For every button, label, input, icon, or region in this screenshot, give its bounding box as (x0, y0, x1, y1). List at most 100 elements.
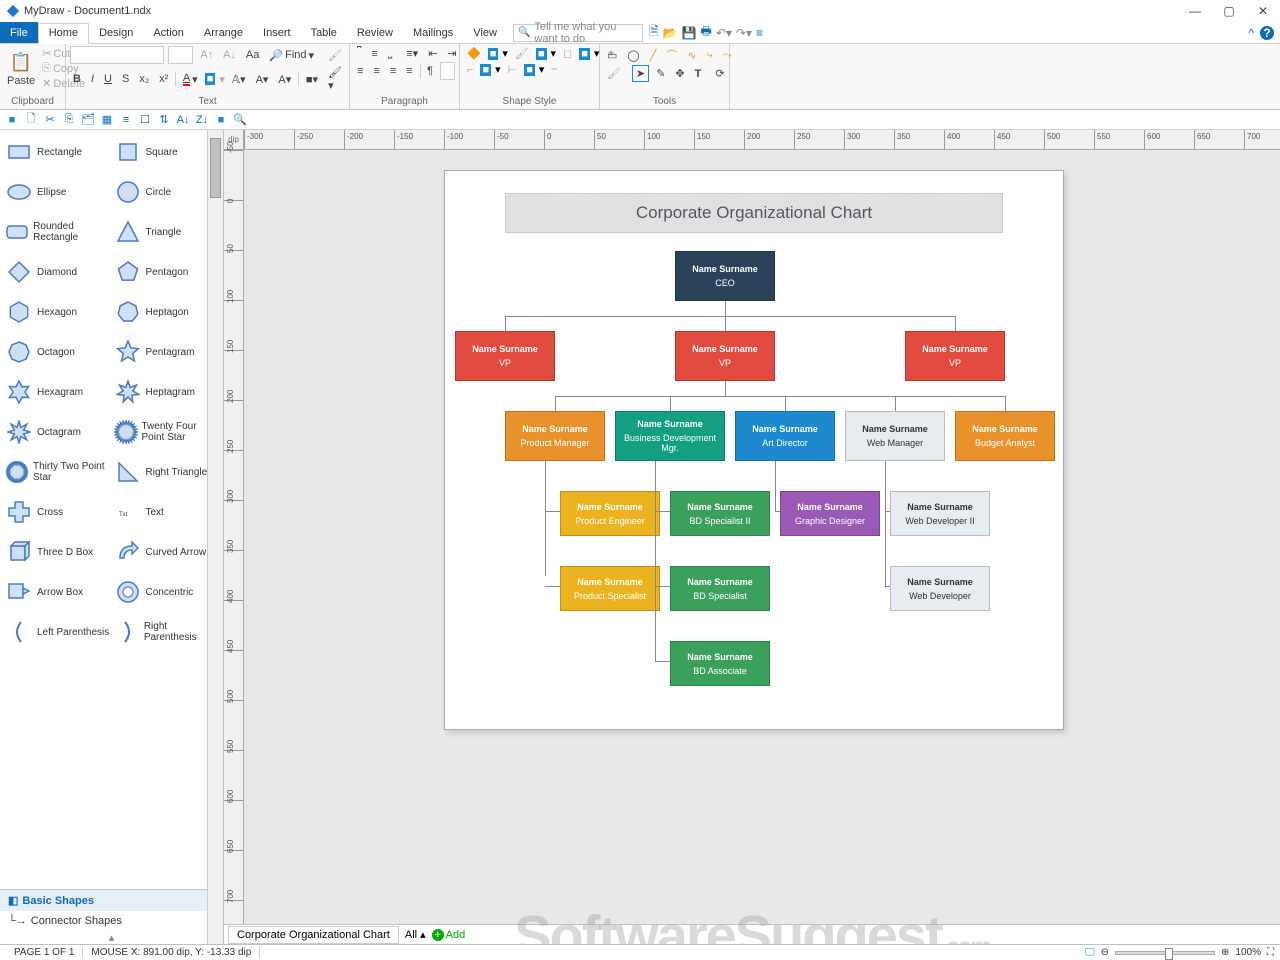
font-grow-icon[interactable]: A↑ (197, 48, 216, 62)
pointer-tool-icon[interactable]: ➤ (632, 65, 649, 82)
fill-font-icon[interactable]: A▾ (275, 72, 294, 87)
underline-icon[interactable]: U (101, 72, 115, 86)
org-node[interactable]: Name SurnameBD Specialist (670, 566, 770, 611)
font-color-icon[interactable]: A▾ (180, 71, 201, 87)
tab-action[interactable]: Action (143, 22, 194, 43)
theme-palette-icon[interactable]: ■ (488, 48, 499, 60)
new-icon[interactable]: 🗎 (649, 22, 659, 43)
qt-5-icon[interactable]: 🗂 (80, 112, 96, 128)
shape-item-star6[interactable]: Hexagram (4, 374, 111, 410)
org-node[interactable]: Name SurnameWeb Manager (845, 411, 945, 461)
shape-item-octagon[interactable]: Octagon (4, 334, 111, 370)
tab-mailings[interactable]: Mailings (403, 22, 463, 43)
sheet-all[interactable]: All ▴ (405, 928, 426, 941)
shape-item-lparen[interactable]: Left Parenthesis (4, 614, 111, 650)
save-icon[interactable]: 💾 (682, 26, 697, 40)
line-spacing-icon[interactable]: ≡▾ (403, 46, 421, 61)
org-node[interactable]: Name SurnameBD Associate (670, 641, 770, 686)
ribbon-collapse-icon[interactable]: ^ (1248, 26, 1254, 40)
qt-11-icon[interactable]: Z↓ (194, 112, 210, 128)
change-case-icon[interactable]: Aa (243, 48, 262, 62)
qat-config-icon[interactable]: ≡ (756, 26, 763, 40)
shape-item-rparen[interactable]: Right Parenthesis (113, 614, 220, 650)
zoom-in-icon[interactable]: ⊕ (1221, 947, 1229, 958)
align-center-icon[interactable]: ≡ (370, 64, 382, 78)
shape-item-box3d[interactable]: Three D Box (4, 534, 111, 570)
qt-10-icon[interactable]: A↓ (175, 112, 191, 128)
pen-tool-icon[interactable]: ✎ (653, 66, 668, 81)
shape-fill-palette-icon[interactable]: ■ (536, 48, 547, 60)
strike-icon[interactable]: S (119, 72, 132, 86)
org-node[interactable]: Name SurnameGraphic Designer (780, 491, 880, 536)
qt-12-icon[interactable]: ■ (213, 112, 229, 128)
highlight-icon[interactable]: ■ (205, 73, 216, 85)
tool-line-icon[interactable]: ╱ (647, 48, 660, 63)
pan-tool-icon[interactable]: ✥ (672, 66, 687, 81)
org-node[interactable]: Name SurnameVP (675, 331, 775, 381)
tool-connector-icon[interactable]: ⤷ (704, 48, 716, 63)
shape-item-circle[interactable]: Circle (113, 174, 220, 210)
org-node[interactable]: Name SurnameBudget Analyst (955, 411, 1055, 461)
maximize-button[interactable]: ▢ (1218, 4, 1240, 18)
view-mode-icon[interactable]: 🖵 (1085, 947, 1095, 958)
text-tool-icon[interactable]: T (692, 67, 705, 81)
library-basic-shapes[interactable]: ◧ Basic Shapes (0, 890, 223, 911)
qt-8-icon[interactable]: ☐ (137, 112, 153, 128)
paragraph-mark-icon[interactable]: ¶ (424, 64, 436, 78)
qt-7-icon[interactable]: ≡ (118, 112, 134, 128)
qt-6-icon[interactable]: ▦ (99, 112, 115, 128)
tool-ellipse-icon[interactable]: ◯ (624, 48, 642, 63)
shapes-scrollbar[interactable] (207, 130, 223, 944)
org-node[interactable]: Name SurnameVP (905, 331, 1005, 381)
tab-insert[interactable]: Insert (253, 22, 301, 43)
align-left-icon[interactable]: ≡ (354, 64, 366, 78)
shape-outline-palette-icon[interactable]: ■ (579, 48, 590, 60)
shape-item-star24[interactable]: Twenty Four Point Star (113, 414, 220, 450)
shape-item-heptagon[interactable]: Heptagon (113, 294, 220, 330)
find-button[interactable]: 🔎Find ▾ (266, 48, 317, 63)
shape-item-arrowbox[interactable]: Arrow Box (4, 574, 111, 610)
shape-item-hexagon[interactable]: Hexagon (4, 294, 111, 330)
shape-item-rtriangle[interactable]: Right Triangle (113, 454, 220, 490)
subscript-icon[interactable]: x₂ (136, 72, 152, 86)
chart-title[interactable]: Corporate Organizational Chart (505, 193, 1003, 233)
superscript-icon[interactable]: x² (156, 72, 171, 86)
shape-fill-icon[interactable]: 🖌 (512, 46, 532, 61)
expand-handle-icon[interactable]: ▴ (0, 931, 223, 944)
sheet-tab-current[interactable]: Corporate Organizational Chart (228, 926, 399, 944)
close-button[interactable]: ✕ (1252, 4, 1274, 18)
tool-arc-icon[interactable]: ⌒ (663, 46, 680, 64)
qt-9-icon[interactable]: ⇅ (156, 112, 172, 128)
shape-item-pentagon[interactable]: Pentagon (113, 254, 220, 290)
font-size-combo[interactable] (168, 46, 194, 64)
font-shrink-icon[interactable]: A↓ (220, 48, 239, 62)
shape-item-star5[interactable]: Pentagram (113, 334, 220, 370)
page[interactable]: Corporate Organizational Chart Name Surn… (444, 170, 1064, 730)
tool-freeform-icon[interactable]: ⤳ (720, 48, 735, 63)
qt-3-icon[interactable]: ✂ (42, 112, 58, 128)
shape-item-cross[interactable]: Cross (4, 494, 111, 530)
shape-item-star32[interactable]: Thirty Two Point Star (4, 454, 111, 490)
org-node[interactable]: Name SurnameArt Director (735, 411, 835, 461)
paste-button[interactable]: 📋 Paste (4, 46, 38, 92)
endpoint-icon[interactable]: ⊢ (505, 62, 521, 77)
org-node[interactable]: Name SurnameWeb Developer (890, 566, 990, 611)
text-fill-icon[interactable]: ■▾ (303, 72, 321, 87)
org-node[interactable]: Name SurnameVP (455, 331, 555, 381)
shape-item-triangle[interactable]: Triangle (113, 214, 220, 250)
tab-arrange[interactable]: Arrange (194, 22, 253, 43)
align-right-icon[interactable]: ≡ (387, 64, 399, 78)
para-combo[interactable] (440, 62, 455, 80)
theme-fill-icon[interactable]: 🔶 (464, 46, 484, 61)
outline-font-icon[interactable]: 𝔸▾ (229, 72, 249, 87)
shape-item-roundrect[interactable]: Rounded Rectangle (4, 214, 111, 250)
tool-rect-icon[interactable]: ▭ (604, 48, 620, 63)
open-icon[interactable]: 📂 (663, 26, 678, 40)
org-node[interactable]: Name SurnameWeb Developer II (890, 491, 990, 536)
tab-home[interactable]: Home (38, 23, 89, 44)
rotate-tool-icon[interactable]: ⟳ (712, 66, 727, 81)
clear-formatting-icon[interactable]: 🖌 (325, 48, 345, 63)
tab-view[interactable]: View (463, 22, 507, 43)
org-node[interactable]: Name SurnameProduct Specialist (560, 566, 660, 611)
font-family-combo[interactable] (70, 46, 164, 64)
